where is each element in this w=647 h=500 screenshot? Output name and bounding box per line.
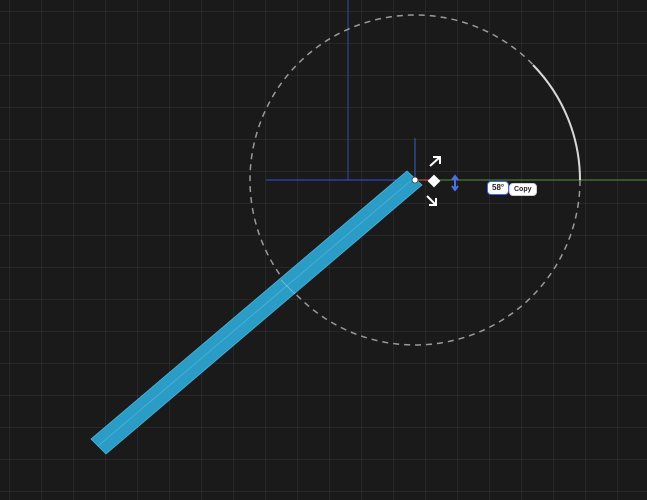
diamond-icon[interactable] [427, 174, 441, 188]
rotation-ring-active-arc [532, 64, 581, 181]
angle-readout-badge: 58° [487, 181, 510, 195]
pivot-point[interactable] [411, 176, 419, 184]
beam-object[interactable] [90, 170, 423, 455]
beam-center-line [97, 177, 415, 447]
copy-button[interactable]: Copy [509, 183, 537, 196]
arrow-up-down-icon[interactable] [451, 174, 459, 192]
arrow-up-right-icon[interactable] [429, 156, 441, 167]
arrow-down-right-icon[interactable] [426, 195, 437, 206]
scene-layer [90, 0, 647, 455]
canvas-viewport[interactable]: 58° Copy [0, 0, 647, 500]
